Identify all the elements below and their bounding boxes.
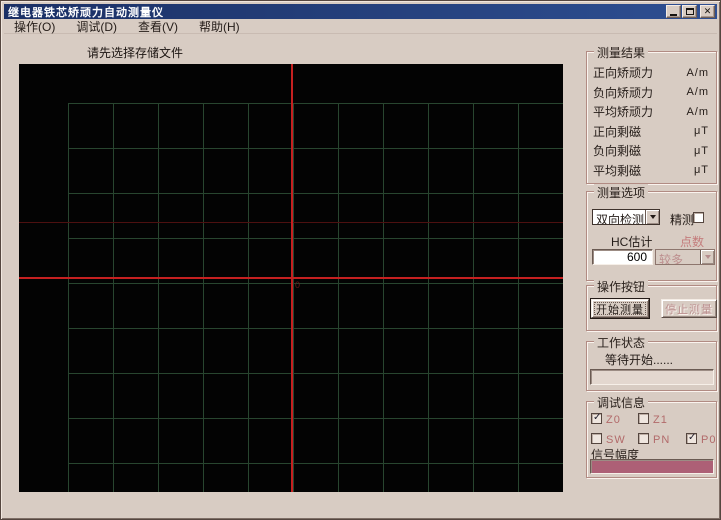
- group-measure-results-title: 测量结果: [594, 44, 649, 61]
- points-select-value: 较多: [659, 253, 684, 264]
- hc-estimate-input[interactable]: [592, 249, 653, 265]
- close-icon: ✕: [703, 6, 712, 16]
- status-text: 等待开始......: [605, 353, 674, 367]
- result-unit: μT: [693, 144, 709, 157]
- result-row: 负向剩磁 μT: [587, 141, 716, 161]
- window-controls: ✕: [665, 5, 715, 18]
- plot-hint-label: 请先选择存储文件: [87, 46, 184, 60]
- plot-grid: [68, 103, 563, 492]
- group-measure-results: 测量结果 正向矫顽力 A/m 负向矫顽力 A/m 平均矫顽力 A/m 正向剩磁 …: [586, 44, 717, 184]
- points-select-drop-button: [700, 250, 714, 264]
- points-select: 较多: [655, 249, 715, 265]
- fine-measure-label: 精测: [670, 213, 695, 227]
- group-action-buttons-title: 操作按钮: [594, 278, 649, 295]
- group-debug-info: 调试信息 Z0 Z1 SW PN P0 信号幅度: [586, 394, 717, 478]
- debug-checkbox-z0[interactable]: [591, 412, 602, 424]
- group-action-buttons: 操作按钮 开始测量 停止测量: [586, 278, 717, 331]
- close-button[interactable]: ✕: [700, 5, 715, 18]
- result-row: 正向矫顽力 A/m: [587, 63, 716, 83]
- chevron-down-icon: [649, 215, 656, 222]
- result-unit: μT: [693, 164, 709, 177]
- group-work-status-title: 工作状态: [594, 334, 649, 351]
- result-label: 正向矫顽力: [593, 66, 654, 81]
- fine-measure-checkbox[interactable]: [693, 212, 704, 223]
- result-row: 正向剩磁 μT: [587, 122, 716, 142]
- result-row: 负向矫顽力 A/m: [587, 83, 716, 103]
- hc-estimate-label: HC估计: [611, 235, 653, 249]
- result-label: 负向剩磁: [593, 144, 642, 159]
- minimize-icon: [670, 14, 677, 16]
- menu-bar: 操作(O) 调试(D) 查看(V) 帮助(H): [4, 19, 717, 34]
- group-measure-options: 测量选项 双向检测 精测 HC估计 点数 较多: [586, 184, 717, 281]
- menu-help[interactable]: 帮助(H): [193, 17, 246, 36]
- debug-checkbox-sw[interactable]: [591, 433, 602, 444]
- signal-amplitude-bar: [590, 459, 714, 474]
- debug-checkbox-sw-label: SW: [606, 434, 626, 446]
- stop-measure-button: 停止测量: [661, 299, 717, 318]
- group-measure-options-title: 测量选项: [594, 184, 649, 201]
- result-unit: A/m: [686, 66, 709, 79]
- group-debug-info-title: 调试信息: [594, 394, 649, 411]
- result-label: 平均矫顽力: [593, 105, 654, 120]
- mode-select-drop-button[interactable]: [645, 210, 659, 224]
- result-unit: A/m: [686, 86, 709, 99]
- debug-checkbox-z1[interactable]: [638, 413, 649, 424]
- menu-operate[interactable]: 操作(O): [8, 17, 61, 36]
- group-work-status: 工作状态 等待开始......: [586, 334, 717, 391]
- mode-select[interactable]: 双向检测: [592, 209, 660, 225]
- debug-checkbox-pn-label: PN: [653, 434, 671, 446]
- menu-view[interactable]: 查看(V): [132, 17, 184, 36]
- debug-checkbox-z0-label: Z0: [606, 414, 621, 426]
- result-row: 平均矫顽力 A/m: [587, 102, 716, 122]
- result-row: 平均剩磁 μT: [587, 161, 716, 181]
- result-label: 负向矫顽力: [593, 85, 654, 100]
- debug-checkbox-p0[interactable]: [686, 432, 697, 444]
- plot-origin-label: 0: [295, 280, 301, 290]
- progress-bar: [590, 369, 714, 385]
- menu-debug[interactable]: 调试(D): [70, 17, 123, 36]
- maximize-button[interactable]: [682, 5, 697, 18]
- chevron-down-icon: [704, 255, 711, 262]
- debug-checkbox-pn[interactable]: [638, 433, 649, 444]
- plot-canvas[interactable]: 0: [19, 64, 563, 492]
- plot-crosshair-horizontal: [19, 277, 563, 279]
- debug-checkbox-p0-label: P0: [701, 434, 717, 446]
- minimize-button[interactable]: [666, 5, 681, 18]
- maximize-icon: [685, 8, 694, 15]
- debug-checkbox-z1-label: Z1: [653, 414, 668, 426]
- result-label: 正向剩磁: [593, 124, 642, 139]
- mode-select-value: 双向检测: [596, 213, 645, 224]
- start-measure-button[interactable]: 开始测量: [590, 298, 650, 319]
- result-label: 平均剩磁: [593, 163, 642, 178]
- app-window: 继电器铁芯矫顽力自动测量仪 ✕ 操作(O) 调试(D) 查看(V) 帮助(H) …: [0, 0, 721, 520]
- result-unit: μT: [693, 125, 709, 138]
- points-label: 点数: [680, 235, 705, 249]
- result-unit: A/m: [686, 105, 709, 118]
